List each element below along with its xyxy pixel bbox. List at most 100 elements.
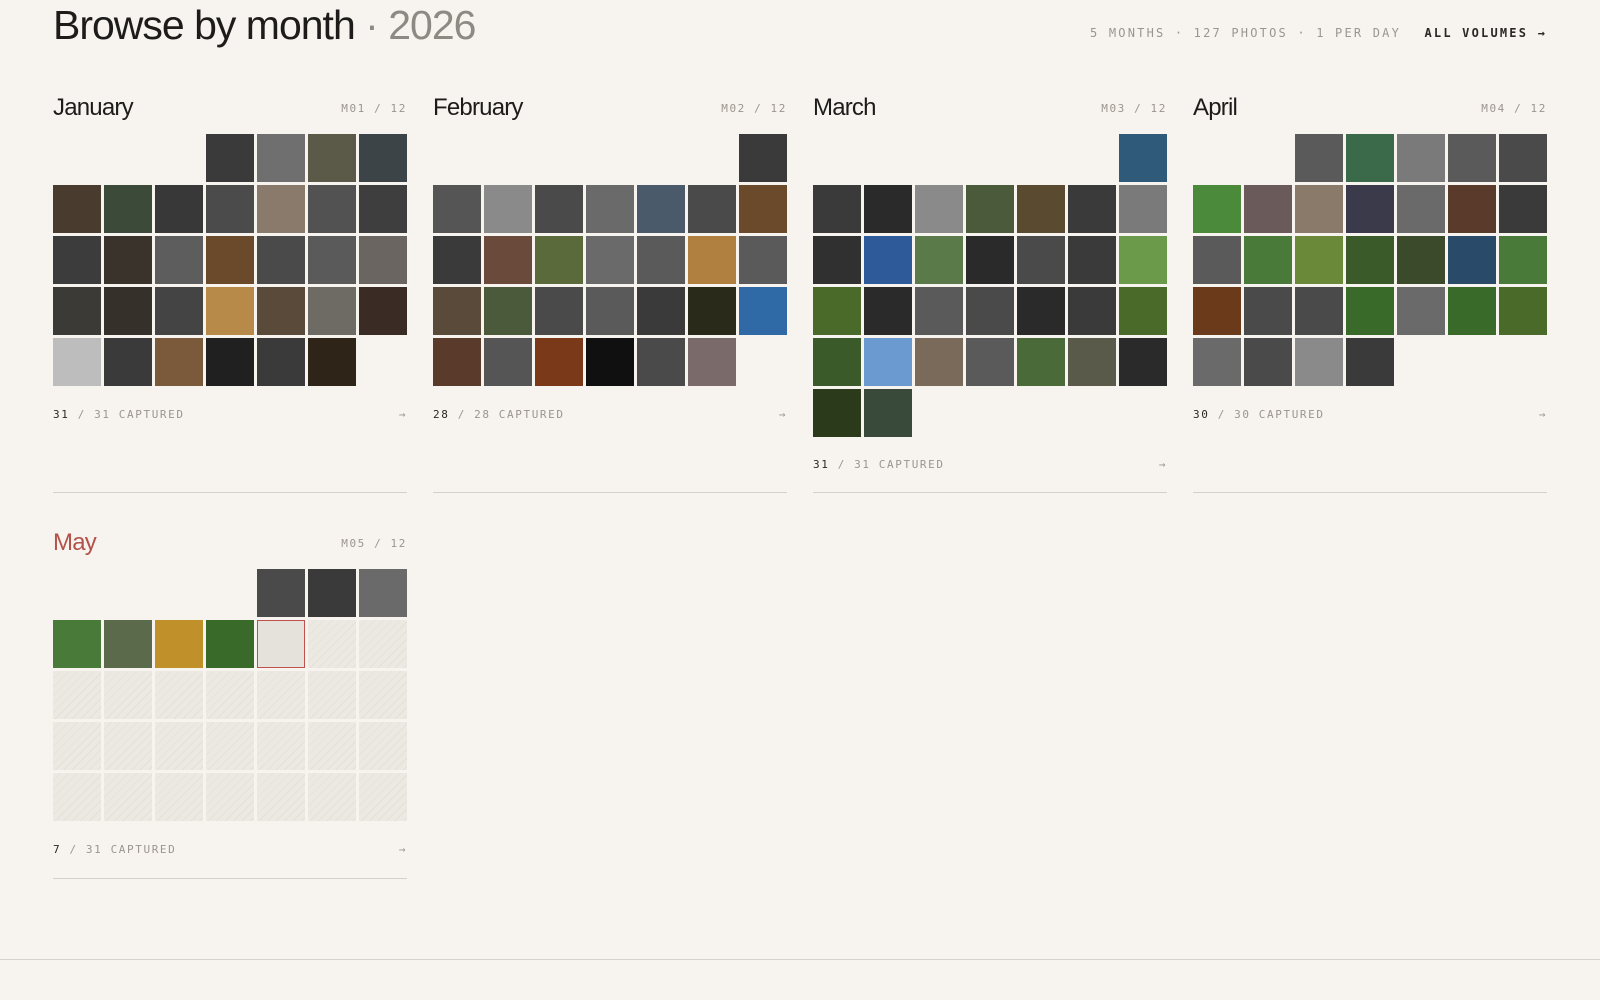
day-photo-thumbnail[interactable] — [1119, 185, 1167, 233]
day-photo-thumbnail[interactable] — [637, 236, 685, 284]
day-photo-thumbnail[interactable] — [739, 134, 787, 182]
day-photo-thumbnail[interactable] — [1017, 185, 1065, 233]
day-photo-thumbnail[interactable] — [915, 287, 963, 335]
day-photo-thumbnail[interactable] — [1193, 236, 1241, 284]
day-photo-thumbnail[interactable] — [637, 185, 685, 233]
day-photo-thumbnail[interactable] — [1346, 338, 1394, 386]
day-photo-thumbnail[interactable] — [966, 287, 1014, 335]
day-photo-thumbnail[interactable] — [535, 287, 583, 335]
day-photo-thumbnail[interactable] — [308, 236, 356, 284]
day-photo-thumbnail[interactable] — [206, 185, 254, 233]
day-photo-thumbnail[interactable] — [206, 338, 254, 386]
day-photo-thumbnail[interactable] — [1017, 236, 1065, 284]
day-photo-thumbnail[interactable] — [104, 236, 152, 284]
day-photo-thumbnail[interactable] — [966, 185, 1014, 233]
day-photo-thumbnail[interactable] — [1499, 134, 1547, 182]
day-photo-thumbnail[interactable] — [1017, 287, 1065, 335]
day-photo-thumbnail[interactable] — [637, 338, 685, 386]
day-photo-thumbnail[interactable] — [1068, 185, 1116, 233]
day-photo-thumbnail[interactable] — [1244, 236, 1292, 284]
day-photo-thumbnail[interactable] — [535, 236, 583, 284]
day-photo-thumbnail[interactable] — [1244, 287, 1292, 335]
day-photo-thumbnail[interactable] — [155, 287, 203, 335]
day-photo-thumbnail[interactable] — [155, 236, 203, 284]
day-photo-thumbnail[interactable] — [915, 338, 963, 386]
day-photo-thumbnail[interactable] — [813, 389, 861, 437]
day-photo-thumbnail[interactable] — [1193, 287, 1241, 335]
day-photo-thumbnail[interactable] — [864, 236, 912, 284]
day-photo-thumbnail[interactable] — [155, 185, 203, 233]
day-photo-thumbnail[interactable] — [1397, 236, 1445, 284]
day-photo-thumbnail[interactable] — [739, 236, 787, 284]
day-photo-thumbnail[interactable] — [535, 185, 583, 233]
day-photo-thumbnail[interactable] — [1295, 185, 1343, 233]
day-photo-thumbnail[interactable] — [53, 620, 101, 668]
day-photo-thumbnail[interactable] — [308, 134, 356, 182]
day-photo-thumbnail[interactable] — [484, 185, 532, 233]
day-photo-thumbnail[interactable] — [586, 236, 634, 284]
day-photo-thumbnail[interactable] — [1448, 185, 1496, 233]
day-photo-thumbnail[interactable] — [688, 338, 736, 386]
day-photo-thumbnail[interactable] — [739, 287, 787, 335]
day-photo-thumbnail[interactable] — [1499, 236, 1547, 284]
day-photo-thumbnail[interactable] — [433, 236, 481, 284]
day-photo-thumbnail[interactable] — [104, 185, 152, 233]
day-photo-thumbnail[interactable] — [308, 185, 356, 233]
day-photo-thumbnail[interactable] — [1397, 134, 1445, 182]
day-photo-thumbnail[interactable] — [1295, 236, 1343, 284]
open-month-arrow[interactable]: → — [1159, 456, 1167, 474]
open-month-arrow[interactable]: → — [399, 841, 407, 859]
day-photo-thumbnail[interactable] — [53, 287, 101, 335]
day-photo-thumbnail[interactable] — [688, 287, 736, 335]
day-photo-thumbnail[interactable] — [864, 185, 912, 233]
day-photo-thumbnail[interactable] — [915, 185, 963, 233]
day-photo-thumbnail[interactable] — [1295, 134, 1343, 182]
day-photo-thumbnail[interactable] — [915, 236, 963, 284]
open-month-arrow[interactable]: → — [399, 406, 407, 424]
day-photo-thumbnail[interactable] — [1244, 338, 1292, 386]
day-photo-thumbnail[interactable] — [864, 389, 912, 437]
day-photo-thumbnail[interactable] — [206, 620, 254, 668]
day-photo-thumbnail[interactable] — [1017, 338, 1065, 386]
day-photo-thumbnail[interactable] — [359, 185, 407, 233]
day-photo-thumbnail[interactable] — [257, 338, 305, 386]
day-photo-thumbnail[interactable] — [1119, 134, 1167, 182]
day-photo-thumbnail[interactable] — [359, 236, 407, 284]
day-photo-thumbnail[interactable] — [864, 287, 912, 335]
day-photo-thumbnail[interactable] — [484, 236, 532, 284]
day-photo-thumbnail[interactable] — [155, 338, 203, 386]
day-photo-thumbnail[interactable] — [1193, 338, 1241, 386]
day-photo-thumbnail[interactable] — [1448, 134, 1496, 182]
day-photo-thumbnail[interactable] — [1068, 236, 1116, 284]
day-photo-thumbnail[interactable] — [688, 185, 736, 233]
day-photo-thumbnail[interactable] — [1068, 338, 1116, 386]
day-photo-thumbnail[interactable] — [1295, 287, 1343, 335]
day-photo-thumbnail[interactable] — [359, 569, 407, 617]
day-photo-thumbnail[interactable] — [308, 338, 356, 386]
day-photo-thumbnail[interactable] — [739, 185, 787, 233]
day-photo-thumbnail[interactable] — [104, 287, 152, 335]
day-photo-thumbnail[interactable] — [637, 287, 685, 335]
today-cell[interactable] — [257, 620, 305, 668]
day-photo-thumbnail[interactable] — [1119, 236, 1167, 284]
day-photo-thumbnail[interactable] — [53, 236, 101, 284]
day-photo-thumbnail[interactable] — [1295, 338, 1343, 386]
day-photo-thumbnail[interactable] — [53, 338, 101, 386]
day-photo-thumbnail[interactable] — [1499, 287, 1547, 335]
day-photo-thumbnail[interactable] — [535, 338, 583, 386]
all-volumes-link[interactable]: ALL VOLUMES → — [1424, 26, 1547, 40]
day-photo-thumbnail[interactable] — [104, 620, 152, 668]
day-photo-thumbnail[interactable] — [206, 134, 254, 182]
day-photo-thumbnail[interactable] — [359, 287, 407, 335]
day-photo-thumbnail[interactable] — [864, 338, 912, 386]
day-photo-thumbnail[interactable] — [433, 185, 481, 233]
day-photo-thumbnail[interactable] — [1346, 134, 1394, 182]
day-photo-thumbnail[interactable] — [257, 185, 305, 233]
day-photo-thumbnail[interactable] — [586, 287, 634, 335]
day-photo-thumbnail[interactable] — [484, 287, 532, 335]
day-photo-thumbnail[interactable] — [104, 338, 152, 386]
day-photo-thumbnail[interactable] — [53, 185, 101, 233]
day-photo-thumbnail[interactable] — [257, 236, 305, 284]
day-photo-thumbnail[interactable] — [1244, 185, 1292, 233]
day-photo-thumbnail[interactable] — [257, 569, 305, 617]
